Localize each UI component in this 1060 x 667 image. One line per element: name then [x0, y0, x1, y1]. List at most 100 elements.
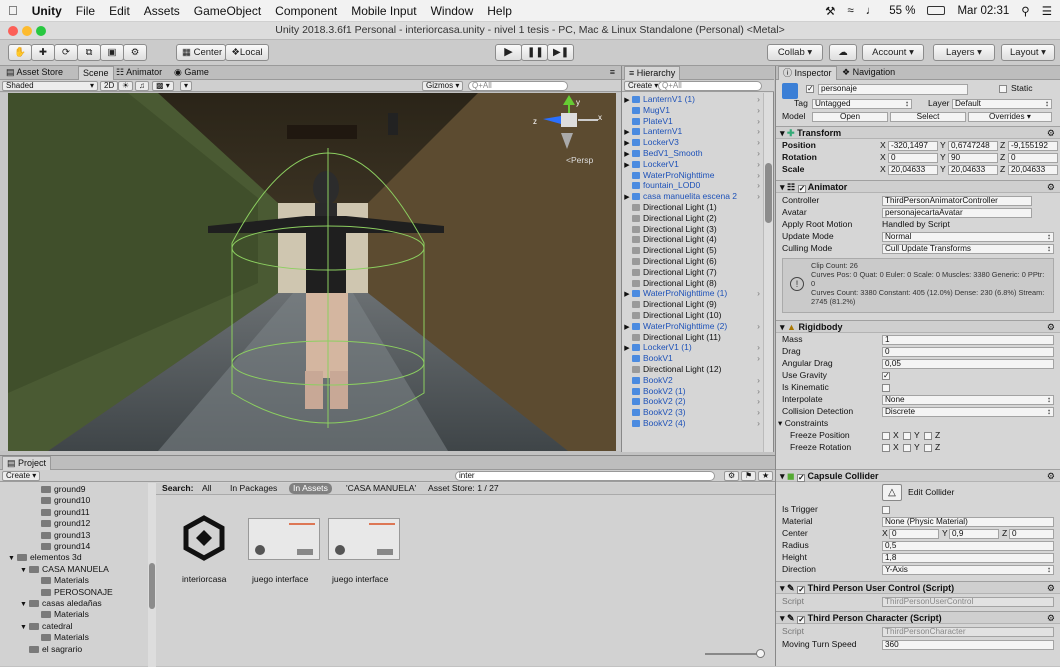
pause-button[interactable]: ❚❚	[521, 44, 548, 61]
filter-label-icon[interactable]: ⚑	[741, 471, 757, 481]
user-control-menu-icon[interactable]: ⚙	[1047, 582, 1055, 594]
static-checkbox[interactable]	[999, 85, 1007, 93]
list-icon[interactable]: ☰	[1042, 4, 1052, 18]
expand-arrow-icon[interactable]: ▶	[622, 323, 632, 332]
folder-tree-item[interactable]: Materials	[32, 632, 89, 643]
hierarchy-create-button[interactable]: Create ▾	[624, 81, 663, 91]
hierarchy-item[interactable]: MugV1 ›	[622, 105, 762, 116]
hierarchy-item[interactable]: Directional Light (8)	[622, 278, 762, 289]
collider-menu-icon[interactable]: ⚙	[1047, 470, 1055, 482]
project-tree-scrollbar[interactable]	[148, 483, 156, 667]
culling-mode-dropdown[interactable]: Cull Update Transforms ↕	[882, 244, 1054, 254]
component-menu-icon[interactable]: ⚙	[1047, 127, 1055, 139]
hierarchy-item[interactable]: ▶ WaterProNighttime (2) ›	[622, 321, 762, 332]
menu-edit[interactable]: Edit	[109, 4, 130, 18]
turn-speed-field[interactable]: 360	[882, 640, 1054, 650]
center-y-field[interactable]: 0,9	[949, 529, 999, 539]
use-gravity-checkbox[interactable]: ✓	[882, 372, 890, 380]
prefab-open-chevron-icon[interactable]: ›	[757, 191, 760, 202]
folder-expand-arrow-icon[interactable]: ▼	[20, 565, 29, 576]
hierarchy-item[interactable]: ▶ LockerV1 (1) ›	[622, 342, 762, 353]
filter-asset-store[interactable]: Asset Store: 1 / 27	[428, 483, 499, 494]
battery-percent[interactable]: 55 %	[889, 5, 915, 17]
prefab-open-chevron-icon[interactable]: ›	[757, 375, 760, 386]
scale-tool-button[interactable]: ⧉	[77, 44, 101, 61]
folder-expand-arrow-icon[interactable]: ▼	[8, 553, 17, 564]
spotlight-search-icon[interactable]: ⚲	[1021, 4, 1029, 18]
asset-label-2[interactable]: juego interface	[332, 574, 388, 585]
gizmos-dropdown[interactable]: Gizmos ▾	[422, 81, 464, 91]
capsule-collider-header[interactable]: ▾ ◼ ✓ Capsule Collider ⚙	[776, 469, 1060, 482]
material-field[interactable]: None (Physic Material)	[882, 517, 1054, 527]
controller-field[interactable]: ThirdPersonAnimatorController	[882, 196, 1032, 206]
object-name-field[interactable]: personaje	[818, 84, 968, 95]
expand-arrow-icon[interactable]: ▶	[622, 193, 632, 202]
menu-app[interactable]: Unity	[32, 4, 62, 18]
hierarchy-item[interactable]: Directional Light (6)	[622, 256, 762, 267]
lighting-toggle-icon[interactable]: ☀	[118, 81, 134, 91]
close-window-button[interactable]	[8, 26, 18, 36]
hierarchy-item[interactable]: Directional Light (4)	[622, 234, 762, 245]
prefab-open-chevron-icon[interactable]: ›	[757, 126, 760, 137]
folder-tree-item[interactable]: PEROSONAJE	[32, 587, 113, 598]
icon-size-slider[interactable]	[705, 653, 763, 655]
tab-game[interactable]: ◉ Game	[170, 66, 213, 80]
favorite-icon[interactable]: ★	[758, 471, 774, 481]
prefab-open-chevron-icon[interactable]: ›	[757, 396, 760, 407]
folder-tree-item[interactable]: ground11	[32, 507, 90, 518]
interpolate-dropdown[interactable]: None ↕	[882, 395, 1054, 405]
folder-tree-item[interactable]: ▼ casas aledañas	[20, 598, 102, 610]
expand-arrow-icon[interactable]: ▶	[622, 96, 632, 105]
folder-tree-item[interactable]: Materials	[32, 575, 89, 586]
hierarchy-item[interactable]: Directional Light (3)	[622, 224, 762, 235]
wifi-icon[interactable]: ≈	[847, 5, 853, 17]
scale-z-field[interactable]: 20,04633	[1008, 165, 1058, 175]
layout-dropdown[interactable]: Layout ▾	[1001, 44, 1055, 61]
angular-drag-field[interactable]: 0,05	[882, 359, 1054, 369]
folder-tree-item[interactable]: ground14	[32, 541, 90, 552]
freeze-pos-y-checkbox[interactable]	[903, 432, 911, 440]
hierarchy-item[interactable]: BookV2 (4) ›	[622, 418, 762, 429]
radius-field[interactable]: 0,5	[882, 541, 1054, 551]
folder-expand-arrow-icon[interactable]: ▼	[20, 599, 29, 610]
asset-label-1[interactable]: juego interface	[252, 574, 308, 585]
freeze-rot-x-checkbox[interactable]	[882, 444, 890, 452]
folder-tree-item[interactable]: ground12	[32, 518, 90, 529]
folder-tree-item[interactable]: ▼ CASA MANUELA	[20, 564, 109, 576]
menu-file[interactable]: File	[76, 4, 95, 18]
tab-hierarchy[interactable]: ≡ Hierarchy	[624, 66, 681, 80]
audio-toggle-icon[interactable]: ♫	[135, 81, 149, 91]
effects-dropdown-icon[interactable]: ▩ ▾	[152, 81, 174, 91]
rotation-y-field[interactable]: 90	[948, 153, 998, 163]
volume-icon[interactable]: ♩	[866, 5, 878, 17]
folder-tree-item[interactable]: ground10	[32, 495, 90, 506]
hierarchy-item[interactable]: ▶ casa manuelita escena 2 ›	[622, 191, 762, 202]
hierarchy-item[interactable]: Directional Light (1)	[622, 202, 762, 213]
prefab-open-chevron-icon[interactable]: ›	[757, 288, 760, 299]
juego-interface-thumbnail-1[interactable]	[248, 518, 320, 560]
scale-y-field[interactable]: 20,04633	[948, 165, 998, 175]
prefab-open-chevron-icon[interactable]: ›	[757, 105, 760, 116]
hierarchy-item[interactable]: PlateV1 ›	[622, 116, 762, 127]
folder-tree-item[interactable]: ground9	[32, 484, 86, 495]
rigidbody-header[interactable]: ▾ ▲ Rigidbody ⚙	[776, 320, 1060, 333]
scene-view[interactable]: y z x <​Persp	[8, 93, 616, 451]
hierarchy-item[interactable]: ▶ LanternV1 (1) ›	[622, 94, 762, 105]
mass-field[interactable]: 1	[882, 335, 1054, 345]
asset-label-0[interactable]: interiorcasa	[182, 574, 226, 585]
prefab-open-chevron-icon[interactable]: ›	[757, 180, 760, 191]
animator-header[interactable]: ▾ ☷ ✓ Animator ⚙	[776, 180, 1060, 193]
tools-icon[interactable]: ⚒	[825, 4, 835, 18]
shading-dropdown[interactable]: Shaded ▾	[2, 81, 98, 91]
edit-collider-button[interactable]: △	[882, 484, 902, 501]
center-z-field[interactable]: 0	[1009, 529, 1054, 539]
menu-assets[interactable]: Assets	[144, 4, 180, 18]
2d-toggle[interactable]: 2D	[100, 81, 119, 91]
drag-field[interactable]: 0	[882, 347, 1054, 357]
pivot-center-button[interactable]: ▦ Center	[176, 44, 226, 61]
space-local-button[interactable]: ❖Local	[225, 44, 269, 61]
tab-asset-store[interactable]: ▤ Asset Store	[2, 66, 67, 80]
transform-tool-button[interactable]: ⚙	[123, 44, 147, 61]
hierarchy-item[interactable]: BookV2 (1) ›	[622, 386, 762, 397]
model-overrides-dropdown[interactable]: Overrides ▾	[968, 112, 1052, 122]
